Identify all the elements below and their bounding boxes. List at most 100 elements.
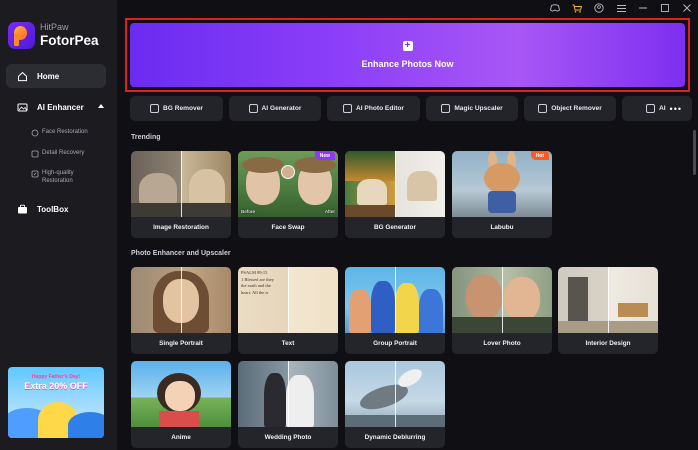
- card-label: Text: [281, 340, 295, 347]
- home-icon: [17, 71, 28, 82]
- single-portrait-thumb: [131, 267, 231, 333]
- section-trending: Trending: [131, 134, 161, 141]
- chevron-up-icon[interactable]: [97, 104, 104, 108]
- sidebar-item-toolbox[interactable]: ToolBox: [17, 204, 68, 215]
- brand-name: HitPaw: [40, 22, 69, 33]
- card-group-portrait[interactable]: Group Portrait: [345, 267, 445, 354]
- tool-bar: BG Remover AI Generator AI Photo Editor …: [130, 96, 698, 121]
- menu-icon[interactable]: [610, 0, 632, 16]
- bg-remover-icon: [150, 104, 160, 113]
- sidebar-item-label: AI Enhancer: [37, 103, 84, 112]
- lover-photo-thumb: [452, 267, 552, 333]
- card-label: Image Restoration: [153, 224, 209, 231]
- tool-magic-upscaler[interactable]: Magic Upscaler: [426, 96, 518, 121]
- card-label: Dynamic Deblurring: [364, 434, 426, 441]
- text-line: the earth and the: [241, 283, 271, 288]
- bg-generator-thumb: [345, 151, 445, 217]
- hq-icon: [31, 170, 39, 178]
- logo-icon: [8, 22, 35, 49]
- card-wedding-photo[interactable]: Wedding Photo: [238, 361, 338, 448]
- image-enhance-icon: [17, 102, 28, 113]
- minimize-icon[interactable]: [632, 0, 654, 16]
- enhance-hero-highlight: + Enhance Photos Now: [125, 18, 690, 92]
- more-tools-icon[interactable]: •••: [670, 104, 682, 114]
- ai-tool-icon: [646, 104, 655, 113]
- card-label: BG Generator: [374, 224, 416, 231]
- card-label: Wedding Photo: [264, 434, 312, 441]
- sidebar-item-home[interactable]: Home: [6, 64, 106, 88]
- account-icon[interactable]: [588, 0, 610, 16]
- maximize-icon[interactable]: [654, 0, 676, 16]
- card-dynamic-deblurring[interactable]: Dynamic Deblurring: [345, 361, 445, 448]
- detail-icon: [31, 150, 39, 158]
- card-label: Labubu: [490, 224, 514, 231]
- anime-thumb: [131, 361, 231, 427]
- cart-icon[interactable]: [566, 0, 588, 16]
- ai-generator-icon: [248, 104, 258, 113]
- sidebar-item-detail-recovery[interactable]: Detail Recovery: [31, 150, 84, 158]
- card-label: Group Portrait: [373, 340, 417, 347]
- tool-label: Magic Upscaler: [454, 105, 503, 112]
- section-photo-enhancer: Photo Enhancer and Upscaler: [131, 250, 231, 257]
- discord-icon[interactable]: [544, 0, 566, 16]
- card-bg-generator[interactable]: BG Generator: [345, 151, 445, 238]
- sidebar-item-label: Face Restoration: [42, 129, 88, 135]
- tool-label: AI Photo Editor: [356, 105, 404, 112]
- sidebar-item-label: High-quality Restoration: [42, 170, 74, 184]
- card-label: Anime: [171, 434, 191, 441]
- enhance-photos-label: Enhance Photos Now: [361, 59, 454, 69]
- before-label: Before: [241, 210, 256, 215]
- card-label: Interior Design: [585, 340, 631, 347]
- enhance-photos-button[interactable]: + Enhance Photos Now: [130, 23, 685, 87]
- plus-icon: +: [402, 41, 413, 51]
- tool-object-remover[interactable]: Object Remover: [524, 96, 616, 121]
- face-swap-thumb: Before After New: [238, 151, 338, 217]
- new-badge: New: [314, 151, 335, 160]
- sidebar-item-ai-enhancer[interactable]: AI Enhancer: [17, 102, 104, 113]
- card-label: Lover Photo: [483, 340, 521, 347]
- upscaler-icon: [441, 104, 451, 113]
- card-labubu[interactable]: Hot Labubu: [452, 151, 552, 238]
- sidebar-item-label: Detail Recovery: [42, 150, 85, 156]
- photo-editor-icon: [343, 104, 352, 113]
- tool-ai-generator[interactable]: AI Generator: [229, 96, 321, 121]
- main-scrollbar[interactable]: [693, 130, 696, 175]
- interior-design-thumb: [558, 267, 658, 333]
- promo-banner[interactable]: Happy Father's Day! Extra 20% OFF: [8, 367, 104, 438]
- card-face-swap[interactable]: Before After New Face Swap: [238, 151, 338, 238]
- toolbox-icon: [17, 204, 28, 215]
- tool-ai-photo-editor[interactable]: AI Photo Editor: [327, 96, 420, 121]
- promo-subtitle: Happy Father's Day!: [31, 374, 81, 380]
- card-label: Face Swap: [271, 224, 305, 231]
- sidebar-item-label: Home: [37, 71, 60, 81]
- card-text[interactable]: PSALM 89:15 1 Blessed are they the earth…: [238, 267, 338, 354]
- card-label: Single Portrait: [159, 340, 203, 347]
- wedding-photo-thumb: [238, 361, 338, 427]
- card-anime[interactable]: Anime: [131, 361, 231, 448]
- sidebar-item-face-restoration[interactable]: Face Restoration: [31, 129, 88, 137]
- image-restoration-thumb: [131, 151, 231, 217]
- hot-badge: Hot: [530, 151, 549, 160]
- card-single-portrait[interactable]: Single Portrait: [131, 267, 231, 354]
- card-lover-photo[interactable]: Lover Photo: [452, 267, 552, 354]
- card-interior-design[interactable]: Interior Design: [558, 267, 658, 354]
- labubu-thumb: Hot: [452, 151, 552, 217]
- tool-bg-remover[interactable]: BG Remover: [130, 96, 223, 121]
- sidebar-item-label: ToolBox: [37, 205, 69, 214]
- app-name: FotorPea: [40, 33, 99, 49]
- eraser-icon: [538, 104, 548, 113]
- text-line: heart. All the tr: [241, 289, 269, 295]
- tool-label: AI: [659, 105, 666, 112]
- app-logo: HitPaw FotorPea: [8, 22, 99, 49]
- sidebar-item-high-quality-restoration[interactable]: High-quality Restoration: [31, 170, 91, 185]
- card-image-restoration[interactable]: Image Restoration: [131, 151, 231, 238]
- tool-label: BG Remover: [163, 105, 203, 112]
- window-controls: [544, 0, 698, 16]
- group-portrait-thumb: [345, 267, 445, 333]
- face-icon: [31, 129, 39, 137]
- text-thumb: PSALM 89:15 1 Blessed are they the earth…: [238, 267, 338, 333]
- sidebar: HitPaw FotorPea Home AI Enhancer Face Re…: [0, 0, 117, 450]
- promo-title: Extra 20% OFF: [24, 381, 88, 391]
- after-label: After: [324, 210, 335, 215]
- close-icon[interactable]: [676, 0, 698, 16]
